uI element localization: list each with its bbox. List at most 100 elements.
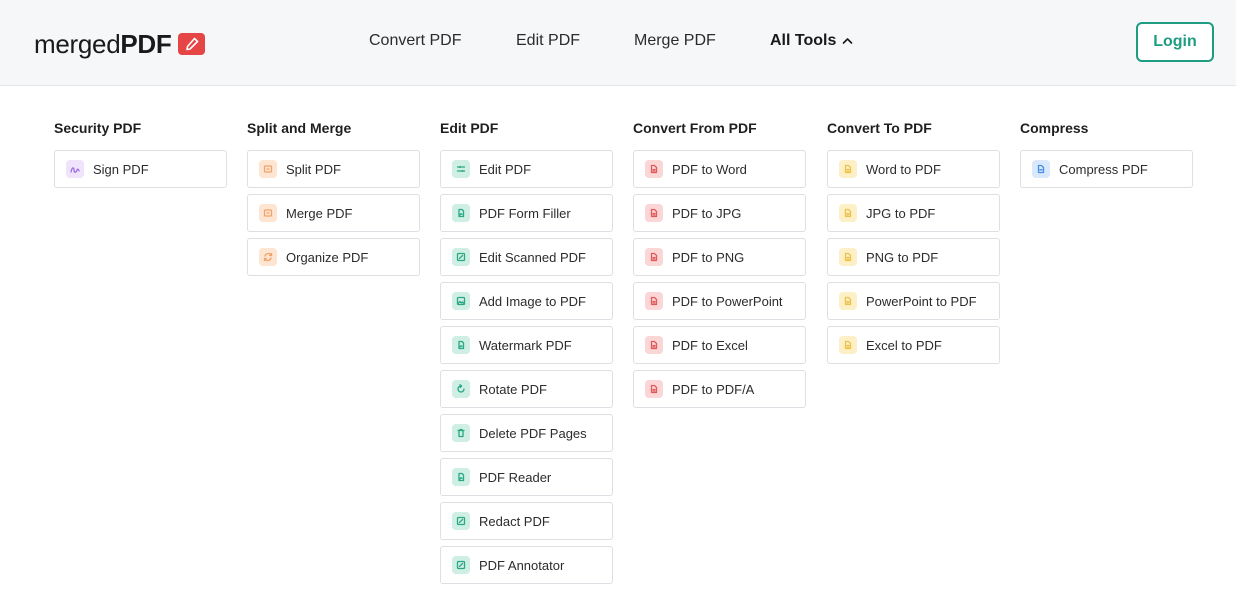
tool-item-label: PDF to JPG xyxy=(672,205,742,221)
column-title: Compress xyxy=(1020,120,1089,136)
tool-item-label: PNG to PDF xyxy=(866,249,939,265)
redact-icon xyxy=(452,512,470,530)
tool-item-edit-scanned-pdf[interactable]: Edit Scanned PDF xyxy=(440,238,613,276)
tool-item-label: Sign PDF xyxy=(93,161,149,177)
tool-item-label: Organize PDF xyxy=(286,249,369,265)
convert-icon xyxy=(645,292,663,310)
annotate-icon xyxy=(452,556,470,574)
tool-item-watermark-pdf[interactable]: Watermark PDF xyxy=(440,326,613,364)
logo-text-bold: PDF xyxy=(120,28,172,59)
tool-item-label: JPG to PDF xyxy=(866,205,936,221)
tool-item-add-image-to-pdf[interactable]: Add Image to PDF xyxy=(440,282,613,320)
tool-item-label: Compress PDF xyxy=(1059,161,1148,177)
top-header: merged PDF Convert PDF Edit PDF Merge PD… xyxy=(0,0,1236,86)
tools-column-split-and-merge: Split and Merge Split PDF Merge PDF Organiz… xyxy=(247,120,420,282)
tool-item-label: PDF Reader xyxy=(479,469,552,485)
nav-all-tools-label: All Tools xyxy=(770,32,837,49)
tool-item-pdf-to-word[interactable]: PDF to Word xyxy=(633,150,806,188)
tool-item-merge-pdf[interactable]: Merge PDF xyxy=(247,194,420,232)
tools-list: Split PDF Merge PDF Organize PDF xyxy=(247,150,420,276)
tool-item-label: Excel to PDF xyxy=(866,337,942,353)
tool-item-compress-pdf[interactable]: Compress PDF xyxy=(1020,150,1193,188)
tool-item-redact-pdf[interactable]: Redact PDF xyxy=(440,502,613,540)
convert-icon xyxy=(839,204,857,222)
merge-icon xyxy=(259,204,277,222)
nav-merge-pdf[interactable]: Merge PDF xyxy=(634,32,716,50)
tool-item-organize-pdf[interactable]: Organize PDF xyxy=(247,238,420,276)
tool-item-sign-pdf[interactable]: Sign PDF xyxy=(54,150,227,188)
convert-icon xyxy=(839,336,857,354)
tools-column-edit-pdf: Edit PDF Edit PDF PDF Form Filler Edit Scan… xyxy=(440,120,613,590)
tool-item-label: Add Image to PDF xyxy=(479,293,586,309)
tool-item-excel-to-pdf[interactable]: Excel to PDF xyxy=(827,326,1000,364)
column-title: Convert To PDF xyxy=(827,120,932,136)
rotate-icon xyxy=(452,380,470,398)
tool-item-label: Word to PDF xyxy=(866,161,941,177)
tool-item-label: PowerPoint to PDF xyxy=(866,293,977,309)
tool-item-label: Delete PDF Pages xyxy=(479,425,587,441)
sliders-icon xyxy=(452,160,470,178)
tool-item-label: Split PDF xyxy=(286,161,341,177)
tool-item-label: Edit Scanned PDF xyxy=(479,249,586,265)
signature-icon xyxy=(66,160,84,178)
site-logo[interactable]: merged PDF xyxy=(34,28,206,59)
tool-item-pdf-reader[interactable]: PDF Reader xyxy=(440,458,613,496)
tool-item-label: Merge PDF xyxy=(286,205,353,221)
convert-icon xyxy=(645,204,663,222)
pen-icon xyxy=(178,33,206,55)
organize-icon xyxy=(259,248,277,266)
tool-item-pdf-to-pdf-a[interactable]: PDF to PDF/A xyxy=(633,370,806,408)
column-title: Security PDF xyxy=(54,120,142,136)
form-icon xyxy=(452,204,470,222)
tools-column-convert-from-pdf: Convert From PDF PDF to Word PDF to JPG PDF… xyxy=(633,120,806,414)
tools-list: Sign PDF xyxy=(54,150,227,188)
tools-list: Compress PDF xyxy=(1020,150,1193,188)
convert-icon xyxy=(645,336,663,354)
split-icon xyxy=(259,160,277,178)
tool-item-word-to-pdf[interactable]: Word to PDF xyxy=(827,150,1000,188)
tool-item-label: Redact PDF xyxy=(479,513,550,529)
tools-list: Word to PDF JPG to PDF PNG to PDF PowerPoin… xyxy=(827,150,1000,364)
tool-item-pdf-to-excel[interactable]: PDF to Excel xyxy=(633,326,806,364)
convert-icon xyxy=(839,292,857,310)
nav-edit-pdf[interactable]: Edit PDF xyxy=(516,32,580,50)
column-title: Split and Merge xyxy=(247,120,352,136)
tool-item-label: PDF to PowerPoint xyxy=(672,293,783,309)
tool-item-pdf-to-powerpoint[interactable]: PDF to PowerPoint xyxy=(633,282,806,320)
tools-column-convert-to-pdf: Convert To PDF Word to PDF JPG to PDF PNG t… xyxy=(827,120,1000,370)
nav-convert-pdf[interactable]: Convert PDF xyxy=(369,32,461,50)
tool-item-label: PDF to PNG xyxy=(672,249,745,265)
tool-item-label: Rotate PDF xyxy=(479,381,547,397)
tool-item-label: PDF to Excel xyxy=(672,337,748,353)
tool-item-label: PDF to Word xyxy=(672,161,747,177)
tool-item-jpg-to-pdf[interactable]: JPG to PDF xyxy=(827,194,1000,232)
logo-text-light: merged xyxy=(34,28,121,59)
tool-item-pdf-annotator[interactable]: PDF Annotator xyxy=(440,546,613,584)
column-title: Edit PDF xyxy=(440,120,499,136)
reader-icon xyxy=(452,468,470,486)
convert-icon xyxy=(839,160,857,178)
watermark-icon xyxy=(452,336,470,354)
login-button[interactable]: Login xyxy=(1136,22,1214,62)
tool-item-rotate-pdf[interactable]: Rotate PDF xyxy=(440,370,613,408)
image-icon xyxy=(452,292,470,310)
tool-item-delete-pdf-pages[interactable]: Delete PDF Pages xyxy=(440,414,613,452)
tools-column-security-pdf: Security PDF Sign PDF xyxy=(54,120,227,194)
tool-item-edit-pdf[interactable]: Edit PDF xyxy=(440,150,613,188)
nav-all-tools[interactable]: All Tools xyxy=(770,32,853,50)
chevron-up-icon xyxy=(843,38,853,44)
tool-item-label: PDF to PDF/A xyxy=(672,381,755,397)
tool-item-pdf-to-jpg[interactable]: PDF to JPG xyxy=(633,194,806,232)
convert-icon xyxy=(645,380,663,398)
compress-icon xyxy=(1032,160,1050,178)
tool-item-pdf-form-filler[interactable]: PDF Form Filler xyxy=(440,194,613,232)
tool-item-png-to-pdf[interactable]: PNG to PDF xyxy=(827,238,1000,276)
tool-item-label: Edit PDF xyxy=(479,161,532,177)
convert-icon xyxy=(839,248,857,266)
tools-list: Edit PDF PDF Form Filler Edit Scanned PDF A… xyxy=(440,150,613,584)
tool-item-label: Watermark PDF xyxy=(479,337,572,353)
tool-item-pdf-to-png[interactable]: PDF to PNG xyxy=(633,238,806,276)
tool-item-powerpoint-to-pdf[interactable]: PowerPoint to PDF xyxy=(827,282,1000,320)
tool-item-label: PDF Annotator xyxy=(479,557,565,573)
tool-item-split-pdf[interactable]: Split PDF xyxy=(247,150,420,188)
